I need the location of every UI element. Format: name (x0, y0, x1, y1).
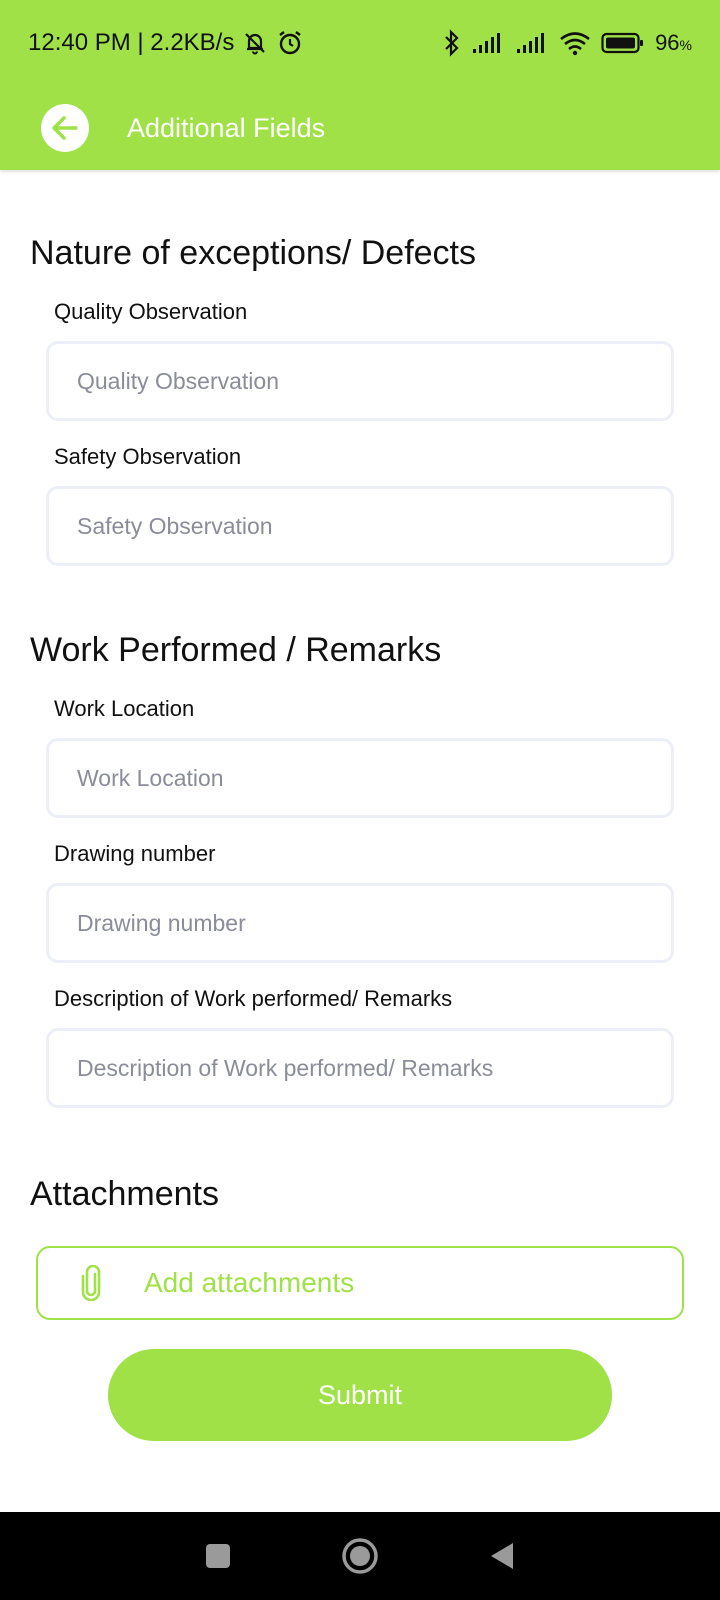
work-location-label: Work Location (54, 696, 195, 721)
status-right: 96% (443, 29, 692, 57)
alarm-icon (276, 29, 304, 57)
drawing-number-label: Drawing number (54, 841, 216, 866)
signal-icon (471, 31, 505, 55)
app-bar: Additional Fields (0, 86, 720, 170)
status-bar: 12:40 PM | 2.2KB/s 96% (0, 0, 720, 86)
arrow-left-icon (50, 113, 80, 143)
signal-icon (515, 31, 549, 55)
safety-observation-input[interactable] (46, 486, 674, 566)
description-input[interactable] (46, 1028, 674, 1108)
section-title-attachments: Attachments (30, 1175, 219, 1213)
system-nav-bar (0, 1512, 720, 1600)
back-button[interactable] (41, 104, 89, 152)
description-label: Description of Work performed/ Remarks (54, 986, 453, 1011)
paperclip-icon (78, 1265, 104, 1301)
status-left: 12:40 PM | 2.2KB/s (28, 29, 304, 57)
drawing-number-input[interactable] (46, 883, 674, 963)
quality-observation-label: Quality Observation (54, 299, 248, 324)
page-title: Additional Fields (127, 112, 326, 143)
circle-icon[interactable] (341, 1537, 379, 1575)
section-title-work: Work Performed / Remarks (30, 631, 442, 669)
square-icon[interactable] (204, 1542, 232, 1570)
safety-observation-label: Safety Observation (54, 444, 242, 469)
work-location-input[interactable] (46, 738, 674, 818)
wifi-icon (559, 30, 591, 56)
mute-bell-icon (242, 30, 268, 56)
battery-level-unit: % (679, 37, 692, 53)
status-time-speed: 12:40 PM | 2.2KB/s (28, 29, 235, 56)
battery-level: 96% (655, 30, 692, 56)
submit-button[interactable]: Submit (108, 1349, 612, 1441)
battery-icon (601, 31, 645, 55)
add-attachments-label: Add attachments (144, 1267, 355, 1298)
quality-observation-input[interactable] (46, 341, 674, 421)
battery-level-value: 96 (655, 30, 680, 55)
add-attachments-button[interactable]: Add attachments (36, 1246, 684, 1320)
section-title-nature: Nature of exceptions/ Defects (30, 234, 477, 272)
triangle-back-icon[interactable] (488, 1540, 516, 1572)
bluetooth-icon (443, 29, 461, 57)
